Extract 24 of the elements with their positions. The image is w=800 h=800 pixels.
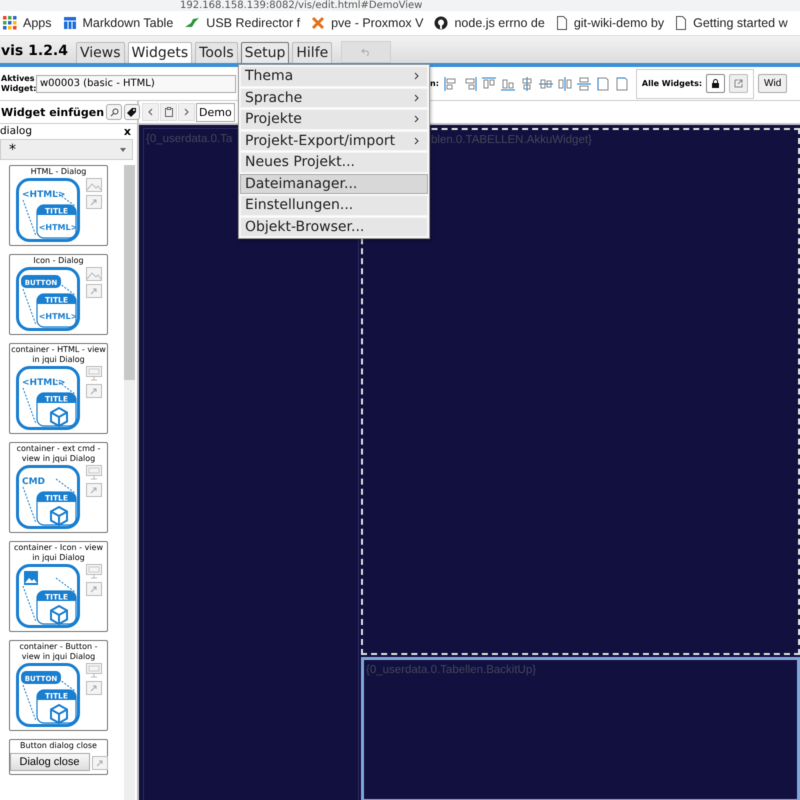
icon-label: <HTML> [22,190,66,200]
bookmark-label: pve - Proxmox V [331,16,424,30]
all-widgets-label: Alle Widgets: [642,79,702,88]
bookmark-label: node.js errno de [454,16,545,30]
card-title: container - Icon - view in jqui Dialog [13,542,104,563]
card-title: Icon - Dialog [32,255,85,266]
app-title: vis 1.2.4 [1,43,69,61]
active-widget-label: Aktives Widget: [1,74,34,94]
icon-label: <HTML> [38,223,78,232]
icon-label: <HTML> [38,312,78,321]
bookmark-label: Markdown Table [82,16,174,30]
card-title: container - ext cmd - view in jqui Dialog [16,443,102,464]
card-title: HTML - Dialog [30,166,88,177]
icon-label: CMD [22,477,46,487]
card-title: Button dialog close [19,740,98,751]
card-title: container - HTML - view in jqui Dialog [10,344,107,365]
align-label: n: [430,79,439,88]
bookmark-label: USB Redirector f [206,16,300,30]
card-title: container - Button - view in jqui Dialog [18,641,99,662]
bookmark-label: Getting started w [693,16,788,30]
bookmark-label: Apps [23,16,52,30]
panel-title: Widget einfügen [0,106,104,118]
icon-label: <HTML> [22,378,66,388]
bookmark-label: git-wiki-demo by [574,16,664,30]
